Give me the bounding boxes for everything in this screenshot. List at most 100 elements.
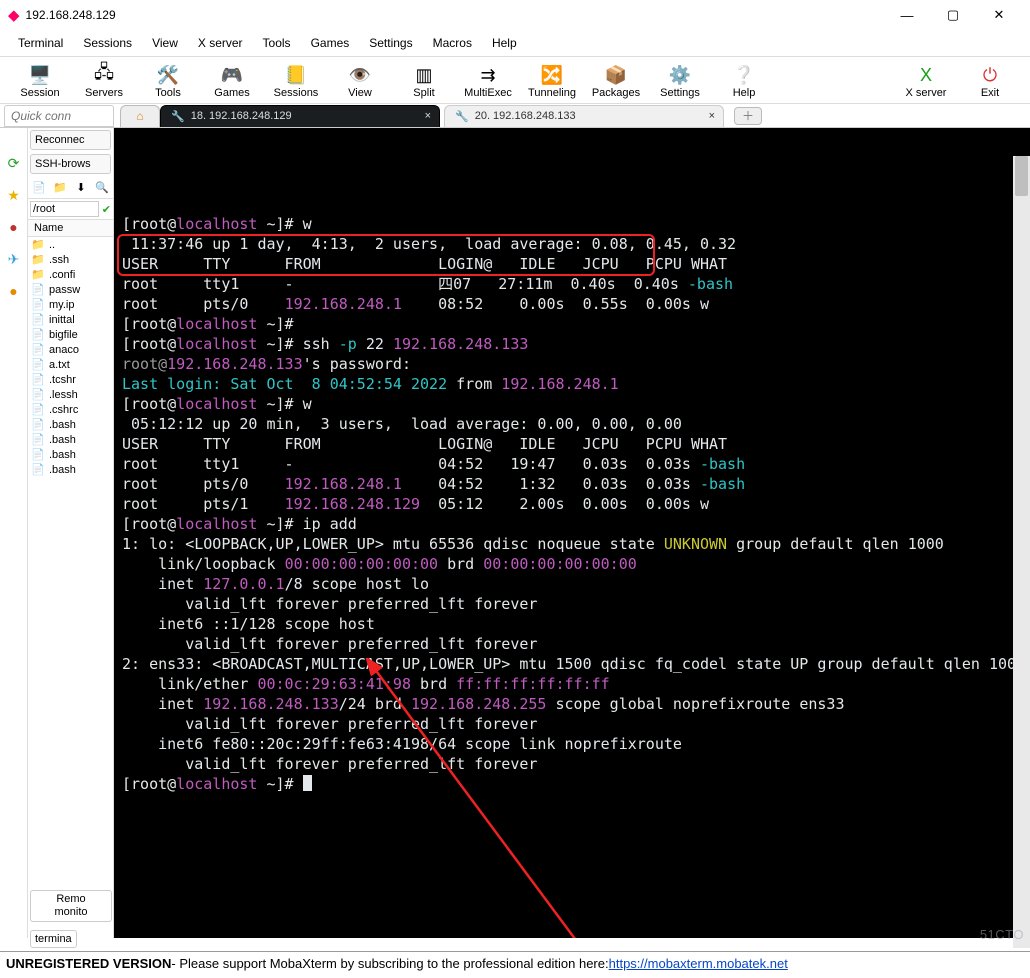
terminal-line: USER TTY FROM LOGIN@ IDLE JCPU PCPU WHAT <box>122 254 1022 274</box>
menu-view[interactable]: View <box>142 32 188 54</box>
multiexec-label: MultiExec <box>464 87 512 99</box>
file-row[interactable]: 📄 passw <box>28 282 113 297</box>
file-row[interactable]: 📄bigfile <box>28 327 113 342</box>
sessions-list-label: Sessions <box>274 87 319 99</box>
tab-icon: 🔧 <box>171 110 185 123</box>
settings-label: Settings <box>660 87 700 99</box>
menu-macros[interactable]: Macros <box>423 32 482 54</box>
path-ok-icon: ✔ <box>102 203 111 216</box>
terminal-line: [root@localhost ~]# ip add <box>122 514 1022 534</box>
new-tab-button[interactable]: ＋ <box>734 107 762 125</box>
terminal-line: inet 192.168.248.133/24 brd 192.168.248.… <box>122 694 1022 714</box>
toolbar-games[interactable]: 🎮Games <box>200 61 264 101</box>
scrollbar-thumb[interactable] <box>1015 156 1028 196</box>
titlebar: ◆ 192.168.248.129 — ▢ ✕ <box>0 0 1030 30</box>
menu-terminal[interactable]: Terminal <box>8 32 73 54</box>
toolbar-settings[interactable]: ⚙️Settings <box>648 61 712 101</box>
file-row[interactable]: 📄anaco <box>28 342 113 357</box>
menu-x-server[interactable]: X server <box>188 32 253 54</box>
file-row[interactable]: 📄.bash <box>28 417 113 432</box>
terminal-line: 11:37:46 up 1 day, 4:13, 2 users, load a… <box>122 234 1022 254</box>
toolbar-multiexec[interactable]: ⇉MultiExec <box>456 61 520 101</box>
file-row[interactable]: 📄.lessh <box>28 387 113 402</box>
home-tab[interactable]: ⌂ <box>120 105 160 127</box>
maximize-button[interactable]: ▢ <box>930 0 976 30</box>
side-macro-dot-icon[interactable]: ● <box>3 216 25 238</box>
side-send-icon[interactable]: ✈ <box>3 248 25 270</box>
file-name: bigfile <box>49 329 78 341</box>
file-row[interactable]: 📁.. <box>28 237 113 252</box>
toolbar-help[interactable]: ❔Help <box>712 61 776 101</box>
sftp-tool-2[interactable]: ⬇ <box>72 178 90 196</box>
remote-monitor-button[interactable]: Remo monito <box>30 890 112 922</box>
vertical-scrollbar[interactable] <box>1013 156 1030 948</box>
file-row[interactable]: 📁.confi <box>28 267 113 282</box>
menu-games[interactable]: Games <box>301 32 360 54</box>
toolbar-session[interactable]: 🖥️Session <box>8 61 72 101</box>
toolbar-view[interactable]: 👁️View <box>328 61 392 101</box>
file-row[interactable]: 📄.bash <box>28 447 113 462</box>
terminal-line: root pts/0 192.168.248.1 04:52 1:32 0.03… <box>122 474 1022 494</box>
quick-connect-input[interactable] <box>4 105 114 127</box>
terminal-line: root pts/0 192.168.248.1 08:52 0.00s 0.5… <box>122 294 1022 314</box>
side-reconnect-icon[interactable]: ⟳ <box>3 152 25 174</box>
status-link[interactable]: https://mobaxterm.mobatek.net <box>609 956 788 971</box>
terminal-line: Last login: Sat Oct 8 04:52:54 2022 from… <box>122 374 1022 394</box>
terminal-line: root tty1 - 04:52 19:47 0.03s 0.03s -bas… <box>122 454 1022 474</box>
file-header-name[interactable]: Name <box>28 220 113 237</box>
exit-label: Exit <box>981 87 999 99</box>
sftp-tool-1[interactable]: 📁 <box>51 178 69 196</box>
status-unreg: UNREGISTERED VERSION <box>6 956 171 971</box>
file-icon: 📄 <box>31 418 45 431</box>
terminal-line: root tty1 - 四07 27:11m 0.40s 0.40s -bash <box>122 274 1022 294</box>
toolbar-servers[interactable]: 🖧Servers <box>72 61 136 101</box>
toolbar-tools[interactable]: 🛠️Tools <box>136 61 200 101</box>
terminal-line: root pts/1 192.168.248.129 05:12 2.00s 0… <box>122 494 1022 514</box>
file-row[interactable]: 📄.bash <box>28 432 113 447</box>
menu-tools[interactable]: Tools <box>253 32 301 54</box>
terminal-line: 2: ens33: <BROADCAST,MULTICAST,UP,LOWER_… <box>122 654 1022 674</box>
menu-settings[interactable]: Settings <box>359 32 422 54</box>
sftp-tool-3[interactable]: 🔍 <box>93 178 111 196</box>
session-tab-0[interactable]: 🔧18. 192.168.248.129× <box>160 105 440 127</box>
file-icon: 📄 <box>31 313 45 326</box>
toolbar-sessions-list[interactable]: 📒Sessions <box>264 61 328 101</box>
session-icon: 🖥️ <box>26 63 54 87</box>
file-icon: 📄 <box>31 358 45 371</box>
tab-close-icon[interactable]: × <box>425 110 431 122</box>
menu-help[interactable]: Help <box>482 32 527 54</box>
file-row[interactable]: 📄.cshrc <box>28 402 113 417</box>
toolbar-exit[interactable]: ⏻Exit <box>958 61 1022 101</box>
xserver-icon: X <box>912 63 940 87</box>
file-row[interactable]: 📁.ssh <box>28 252 113 267</box>
session-tab-1[interactable]: 🔧20. 192.168.248.133× <box>444 105 724 127</box>
toolbar-tunneling[interactable]: 🔀Tunneling <box>520 61 584 101</box>
side-favorites-icon[interactable]: ★ <box>3 184 25 206</box>
minimize-button[interactable]: — <box>884 0 930 30</box>
file-row[interactable]: 📄 a.txt <box>28 357 113 372</box>
sftp-tool-0[interactable]: 📄 <box>30 178 48 196</box>
side-record-icon[interactable]: ● <box>3 280 25 302</box>
toolbar-packages[interactable]: 📦Packages <box>584 61 648 101</box>
toolbar-split[interactable]: ▥Split <box>392 61 456 101</box>
main-row: ⟳★●✈● Reconnec SSH-brows 📄📁⬇🔍 ✔ Name 📁..… <box>0 128 1030 938</box>
sftp-path-input[interactable] <box>30 201 99 217</box>
terminal-line: root@192.168.248.133's password: <box>122 354 1022 374</box>
app-icon: ◆ <box>8 6 20 24</box>
file-row[interactable]: 📄my.ip <box>28 297 113 312</box>
terminal[interactable]: [root@localhost ~]# w 11:37:46 up 1 day,… <box>114 128 1030 938</box>
split-icon: ▥ <box>410 63 438 87</box>
file-icon: 📄 <box>31 283 45 296</box>
file-name: a.txt <box>49 359 70 371</box>
file-row[interactable]: 📄.tcshr <box>28 372 113 387</box>
tab-close-icon[interactable]: × <box>709 110 715 122</box>
file-row[interactable]: 📄inittal <box>28 312 113 327</box>
file-row[interactable]: 📄.bash <box>28 462 113 477</box>
file-name: passw <box>49 284 80 296</box>
file-list[interactable]: 📁..📁.ssh📁.confi📄passw📄my.ip📄inittal📄bigf… <box>28 237 113 938</box>
terminal-button[interactable]: termina <box>30 930 77 948</box>
menu-sessions[interactable]: Sessions <box>73 32 142 54</box>
status-msg: - Please support MobaXterm by subscribin… <box>171 956 608 971</box>
close-button[interactable]: ✕ <box>976 0 1022 30</box>
toolbar-xserver[interactable]: XX server <box>894 61 958 101</box>
